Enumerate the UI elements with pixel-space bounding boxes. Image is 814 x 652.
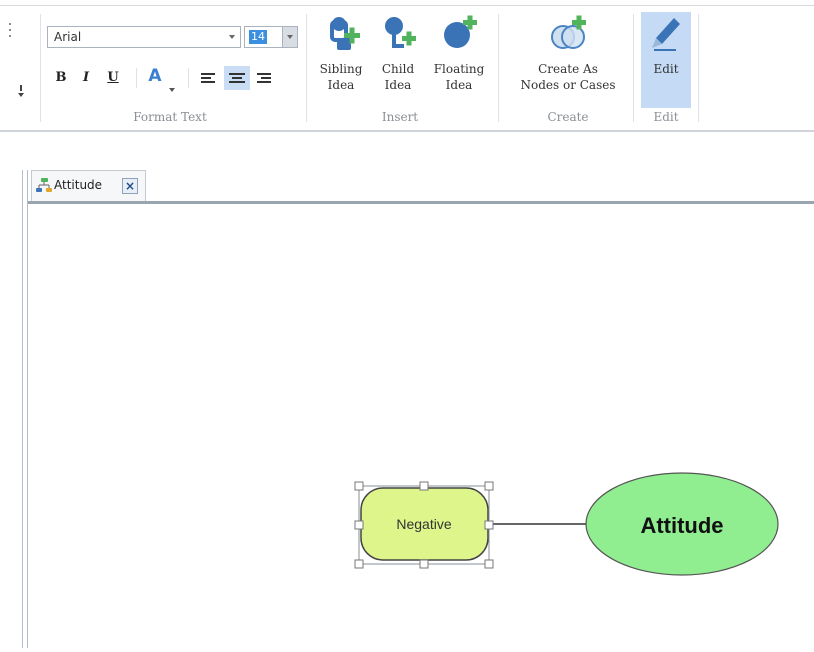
resize-handle[interactable] [484,481,494,491]
child-idea-icon [385,17,416,48]
mindmap-icon [36,177,52,193]
node-negative[interactable]: Negative [360,487,489,561]
create-as-nodes-button[interactable]: Create As Nodes or Cases [512,12,624,108]
group-separator [698,14,699,122]
resize-handle[interactable] [419,559,429,569]
ribbon: Arial 14 B I U A Format Text Sibling Ide… [0,0,814,132]
format-separator [188,68,189,88]
font-color-button[interactable]: A [145,66,165,86]
resize-handle[interactable] [484,520,494,530]
align-left-button[interactable] [198,68,218,88]
resize-handle[interactable] [354,559,364,569]
create-group-label: Create [547,110,589,124]
resize-handle[interactable] [419,481,429,491]
edit-label: Edit [653,62,679,76]
sibling-idea-button[interactable]: Sibling Idea [313,12,369,108]
tab-attitude[interactable]: Attitude × [31,170,146,201]
node-attitude[interactable]: Attitude [585,472,779,576]
format-text-group-label: Format Text [133,110,207,124]
create-nodes-icon [551,15,586,49]
ribbon-top-border [0,5,814,6]
font-family-value: Arial [54,30,82,44]
font-size-dropdown[interactable] [282,27,297,47]
node-attitude-label: Attitude [640,513,723,538]
floating-idea-button[interactable]: Floating Idea [428,12,490,108]
mindmap-canvas[interactable]: Attitude Negative [28,204,814,648]
group-separator [633,14,634,122]
align-right-button[interactable] [254,68,274,88]
align-left-icon [201,73,215,83]
insert-group-label: Insert [381,110,419,124]
font-family-select[interactable]: Arial [47,26,241,48]
collapsed-dropdown-icon[interactable] [18,82,24,97]
collapsed-group-marker[interactable] [8,20,12,40]
resize-handle[interactable] [484,559,494,569]
group-separator [306,14,307,122]
mindmap-svg: Attitude Negative [354,472,779,576]
floating-idea-icon [444,15,477,48]
font-size-select[interactable]: 14 [244,26,298,48]
pane-divider[interactable] [22,170,23,648]
font-size-value: 14 [249,30,267,44]
edit-group-label: Edit [653,110,679,124]
chevron-down-icon [229,35,235,39]
chevron-down-icon [287,35,293,39]
align-center-icon [229,73,245,83]
resize-handle[interactable] [354,520,364,530]
child-idea-label-2: Idea [384,78,412,92]
create-label-2: Nodes or Cases [520,78,616,92]
close-icon[interactable]: × [122,178,138,194]
child-idea-button[interactable]: Child Idea [372,12,424,108]
sibling-idea-icon [330,17,360,50]
pencil-icon [652,18,680,51]
resize-handle[interactable] [354,481,364,491]
edit-button[interactable]: Edit [641,12,691,108]
ribbon-bottom-border [0,130,814,132]
tab-label: Attitude [54,178,103,192]
group-separator [40,14,41,122]
italic-button[interactable]: I [76,68,96,88]
align-right-icon [257,73,271,83]
underline-button[interactable]: U [103,68,123,88]
node-negative-label: Negative [396,516,451,532]
group-separator [498,14,499,122]
bold-button[interactable]: B [51,68,71,88]
align-center-button[interactable] [224,66,250,90]
format-separator [136,68,137,88]
chevron-down-icon[interactable] [169,77,175,92]
